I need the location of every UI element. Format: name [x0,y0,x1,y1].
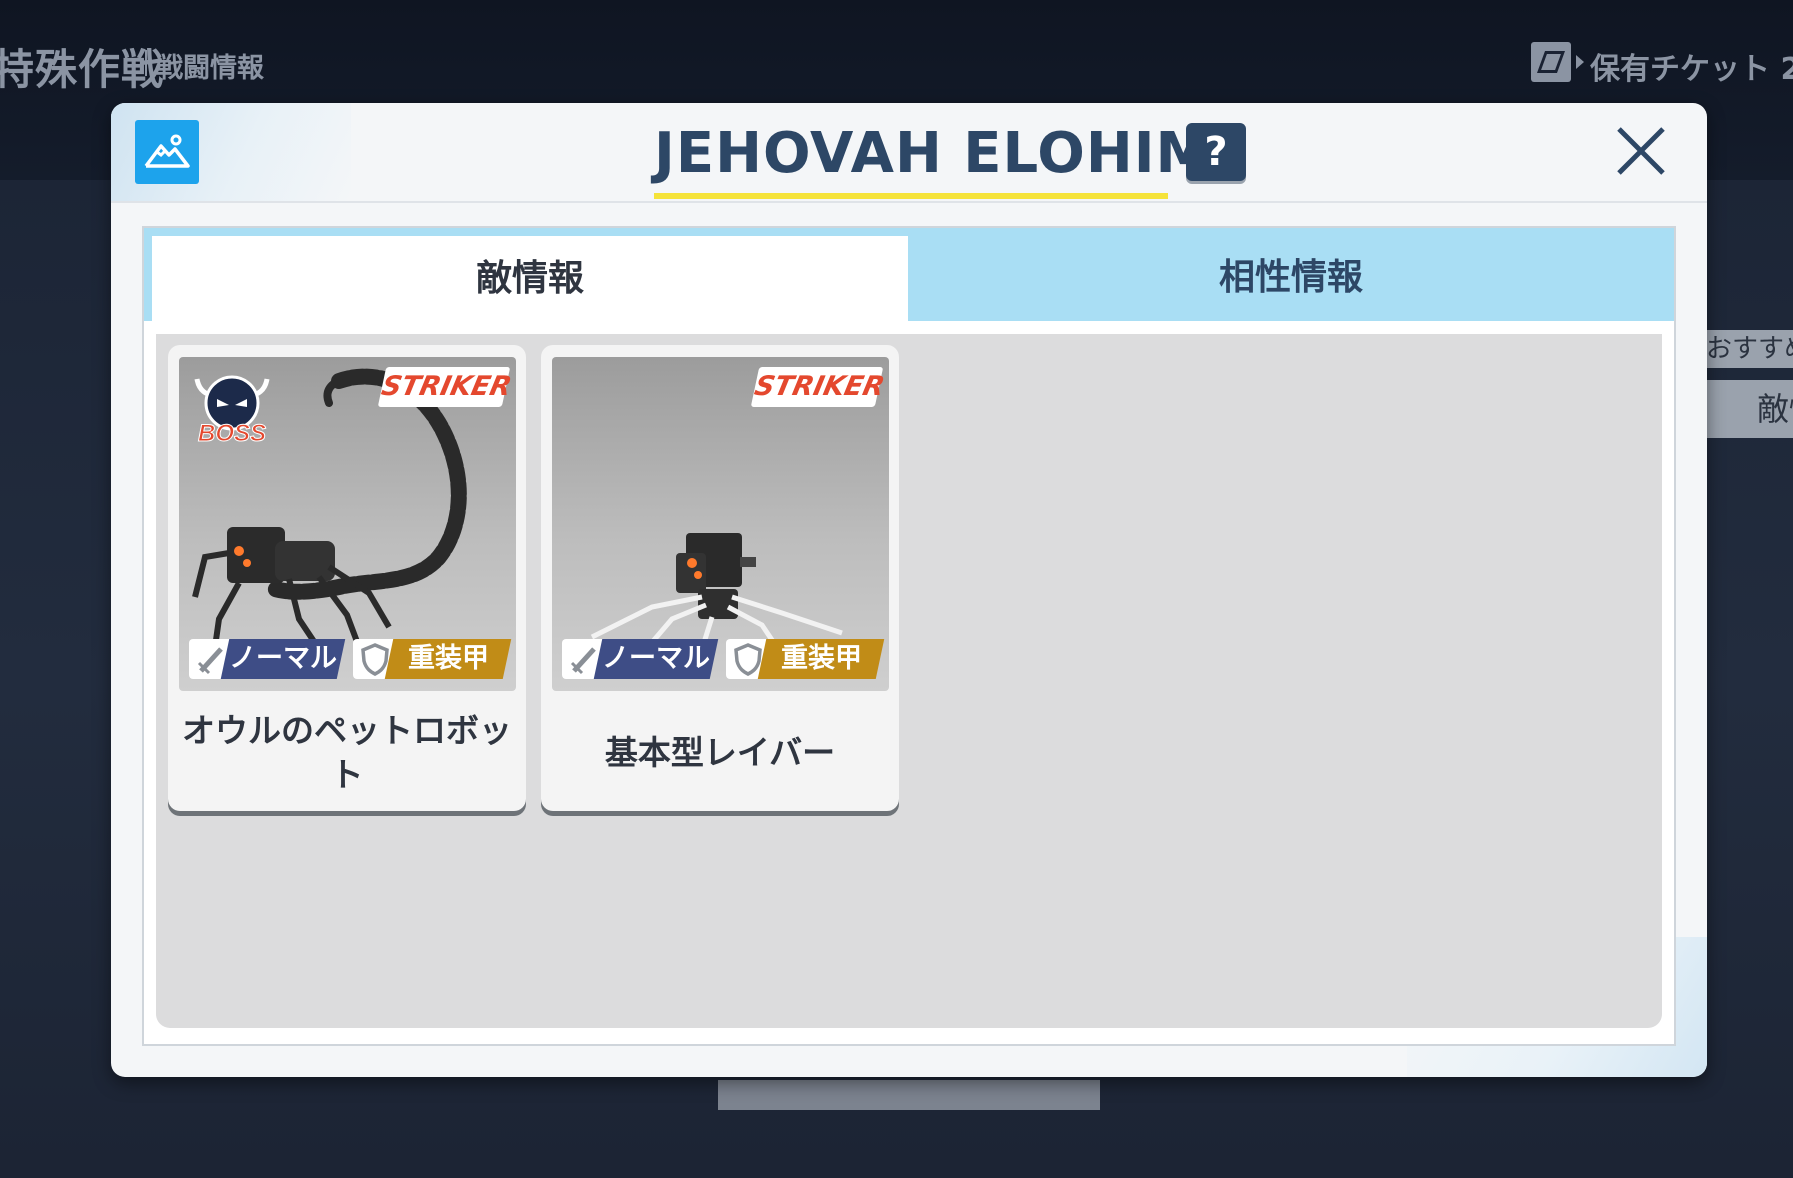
boss-label: BOSS [198,420,266,447]
attack-type-tag: ノーマル [562,639,719,679]
recommend-label: おすすめ [1700,330,1793,368]
title-separator [145,50,147,76]
attack-type-tag: ノーマル [189,639,346,679]
enemy-name: 基本型レイバー [604,733,836,772]
close-icon [1617,127,1665,175]
role-badge: STRIKER [377,367,514,407]
enemy-portrait: STRIKER ノーマル 重装甲 [552,357,889,691]
armor-type-tag: 重装甲 [353,639,512,679]
enemy-card[interactable]: STRIKER ノーマル 重装甲 基本型レイバー [541,345,899,811]
armor-type-label: 重装甲 [407,643,489,674]
battle-info-modal: JEHOVAH ELOHIM ? 敵情報 相性情報 BOSS STRIKER ノ… [111,103,1707,1077]
armor-type-tag: 重装甲 [726,639,885,679]
attack-type-label: ノーマル [602,643,710,674]
type-tags: ノーマル 重装甲 [189,639,512,679]
boss-devil-icon: BOSS [194,375,270,448]
tab-enemy-info[interactable]: 敵情報 [152,236,908,321]
info-panel: 敵情報 相性情報 BOSS STRIKER ノーマル 重装甲 オウルのペットロボ… [142,226,1676,1046]
stage-title: JEHOVAH ELOHIM [654,121,1213,186]
enemy-list: BOSS STRIKER ノーマル 重装甲 オウルのペットロボット STRIKE… [156,334,1662,1028]
enemy-info-side-button[interactable]: 敵情 [1707,380,1793,438]
tab-bar: 敵情報 相性情報 [144,228,1674,321]
screen-subtitle: 戦闘情報 [156,53,264,84]
boss-icon: BOSS [187,365,277,448]
screen-title: 特殊作戦 [0,45,165,94]
map-button[interactable] [135,120,199,184]
header-divider [111,201,1707,203]
enemy-card[interactable]: BOSS STRIKER ノーマル 重装甲 オウルのペットロボット [168,345,526,811]
ticket-count: 保有チケット 27 [1590,52,1793,87]
ticket-icon [1531,42,1571,82]
armor-type-label: 重装甲 [780,643,862,674]
help-button[interactable]: ? [1186,123,1246,181]
type-tags: ノーマル 重装甲 [562,639,885,679]
enemy-name: オウルのペットロボット [182,711,512,794]
role-badge: STRIKER [750,367,887,407]
modal-header: JEHOVAH ELOHIM ? [111,103,1707,201]
enemy-portrait: BOSS STRIKER ノーマル 重装甲 [179,357,516,691]
close-button[interactable] [1615,125,1667,177]
tab-affinity-info[interactable]: 相性情報 [908,228,1674,321]
attack-type-label: ノーマル [229,643,337,674]
map-mountain-icon [144,134,190,168]
background-bottom-button [718,1080,1100,1110]
title-underline [654,193,1168,199]
ticket-arrow-icon [1576,55,1584,69]
